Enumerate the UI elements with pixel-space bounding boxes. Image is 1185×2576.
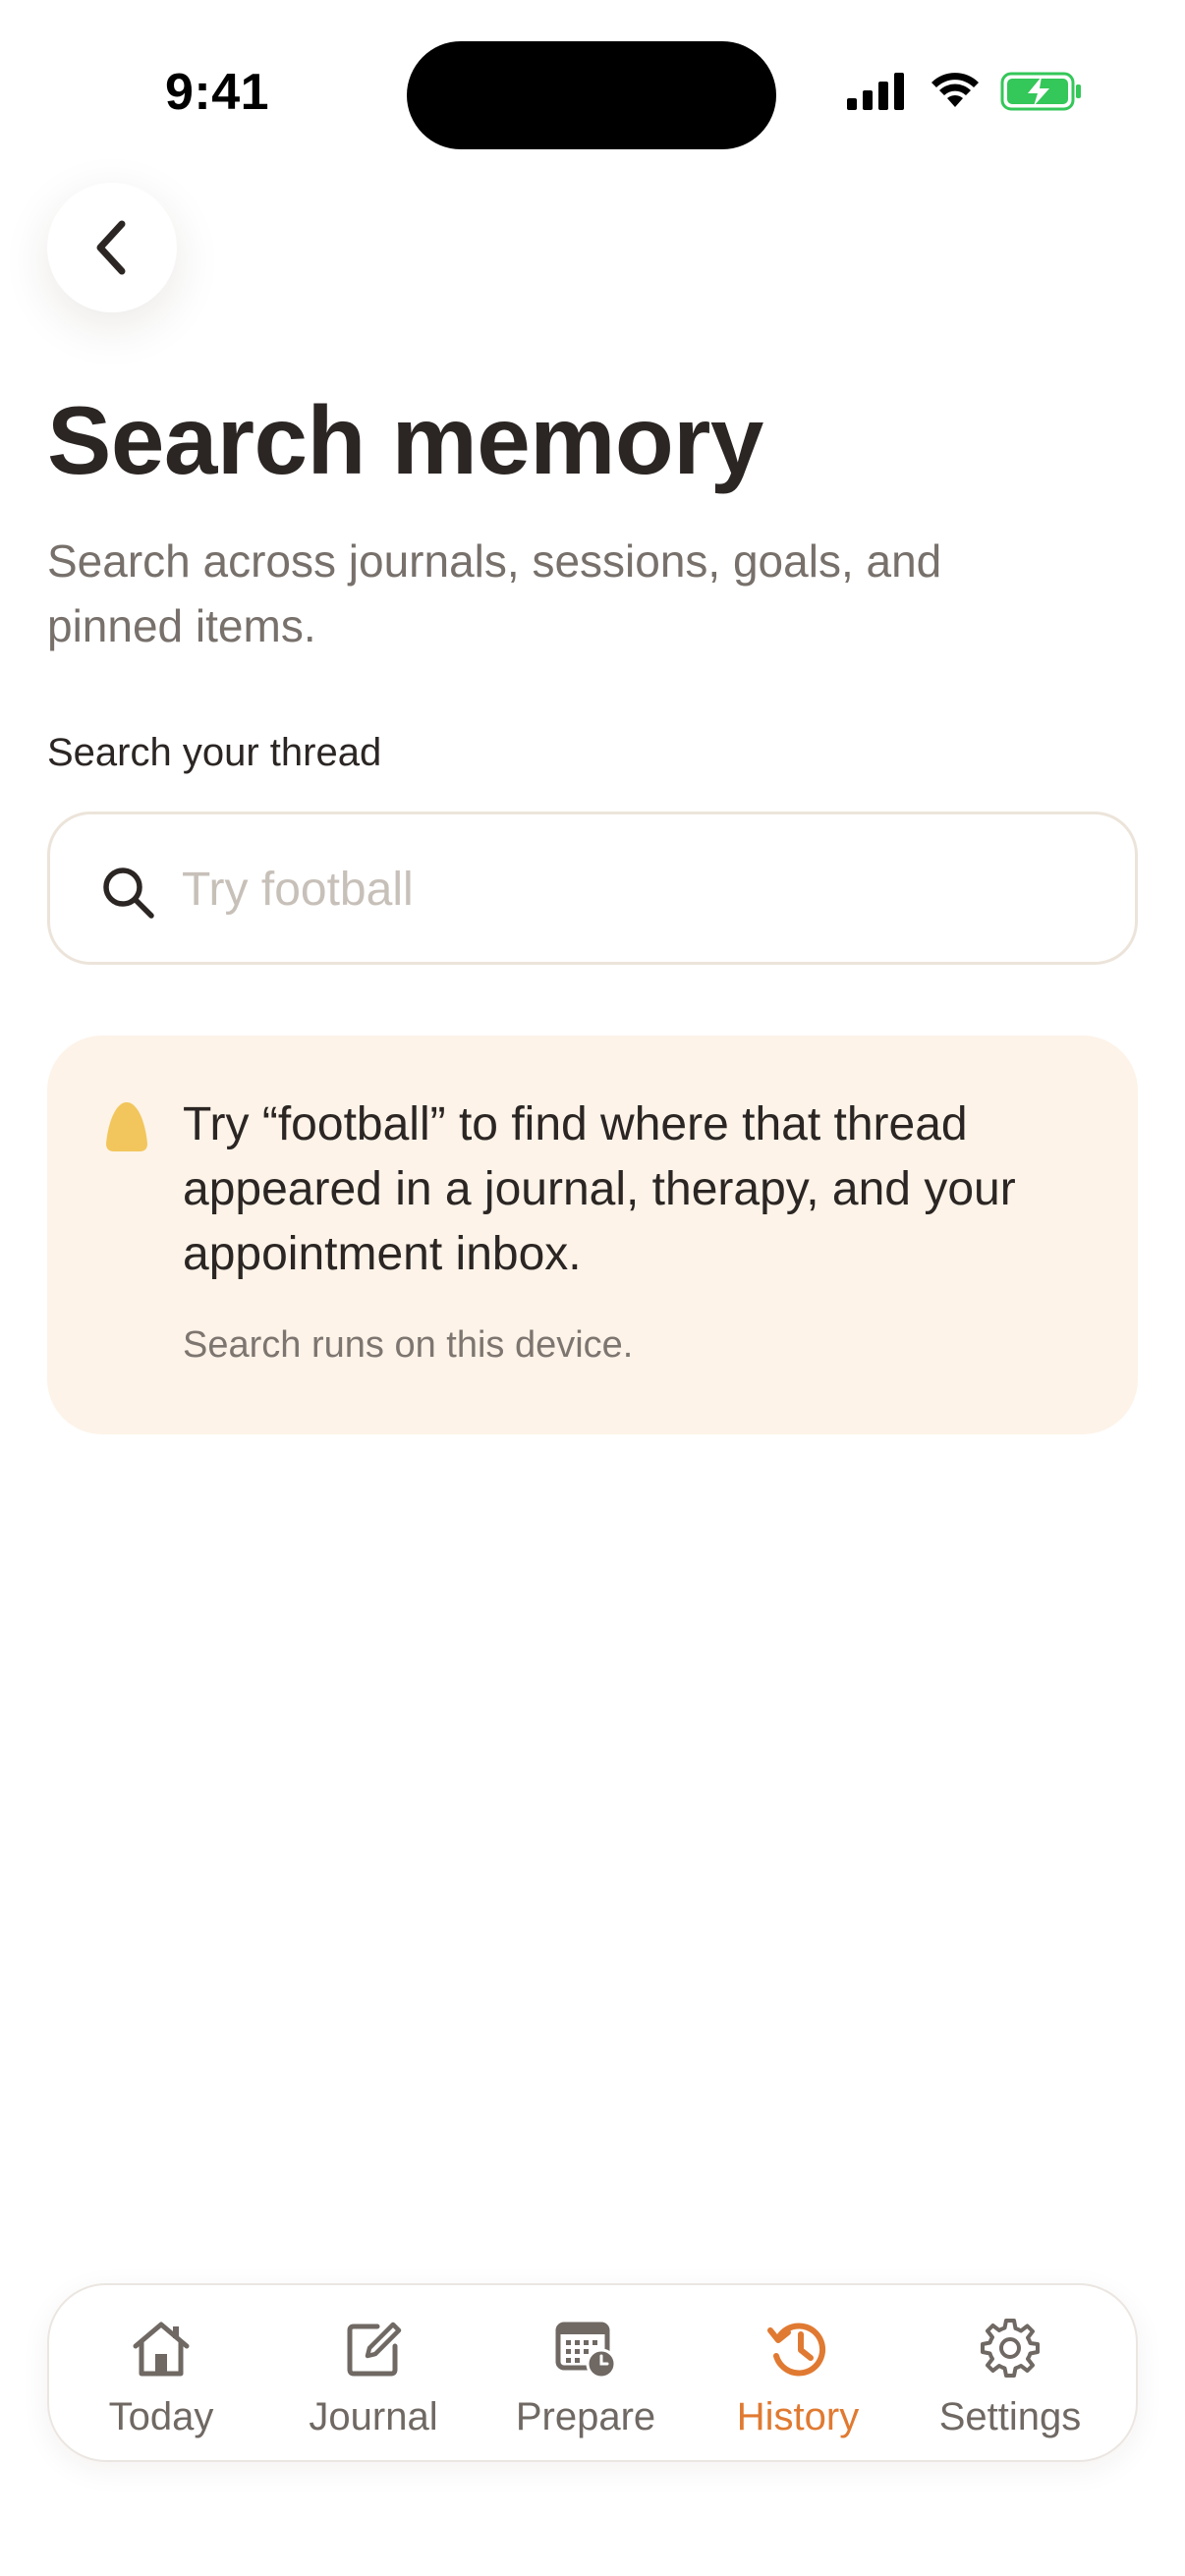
- wifi-icon: [931, 73, 979, 107]
- bottom-tab-bar: Today Journal Prepare History Settings: [47, 2283, 1138, 2462]
- tab-label: Journal: [309, 2395, 438, 2438]
- page-subtitle: Search across journals, sessions, goals,…: [47, 535, 942, 651]
- back-button[interactable]: [47, 183, 177, 312]
- status-time: 9:41: [165, 64, 270, 121]
- gear-icon: [981, 2319, 1040, 2378]
- dynamic-island: [407, 41, 776, 149]
- hint-text: Try “football” to find where that thread…: [183, 1098, 1016, 1280]
- search-icon: [103, 868, 154, 919]
- tab-journal[interactable]: Journal: [275, 2285, 472, 2462]
- tab-label: History: [736, 2395, 860, 2438]
- signal-icon: [847, 73, 904, 110]
- search-hint-card: Try “football” to find where that thread…: [47, 1036, 1138, 1434]
- search-input[interactable]: [182, 844, 1105, 934]
- tab-today[interactable]: Today: [63, 2285, 259, 2462]
- tab-label: Settings: [938, 2395, 1082, 2438]
- tab-history[interactable]: History: [700, 2285, 896, 2462]
- tab-label: Prepare: [515, 2395, 656, 2438]
- home-icon: [133, 2322, 190, 2377]
- search-memory-screen: 9:41 Search memory Search across journal…: [0, 0, 1185, 2576]
- history-icon: [767, 2323, 826, 2377]
- chevron-left-icon: [96, 220, 126, 275]
- compose-icon: [347, 2322, 402, 2377]
- yellow-drop-icon: [106, 1102, 147, 1151]
- calendar-clock-icon: [555, 2322, 617, 2380]
- tab-prepare[interactable]: Prepare: [487, 2285, 684, 2462]
- tab-label: Today: [108, 2395, 214, 2438]
- tab-settings[interactable]: Settings: [912, 2285, 1108, 2462]
- search-field[interactable]: [47, 812, 1138, 965]
- page-title: Search memory: [47, 386, 763, 494]
- battery-charging-icon: [1000, 72, 1081, 111]
- hint-note: Search runs on this device.: [183, 1324, 634, 1366]
- search-label: Search your thread: [47, 731, 382, 774]
